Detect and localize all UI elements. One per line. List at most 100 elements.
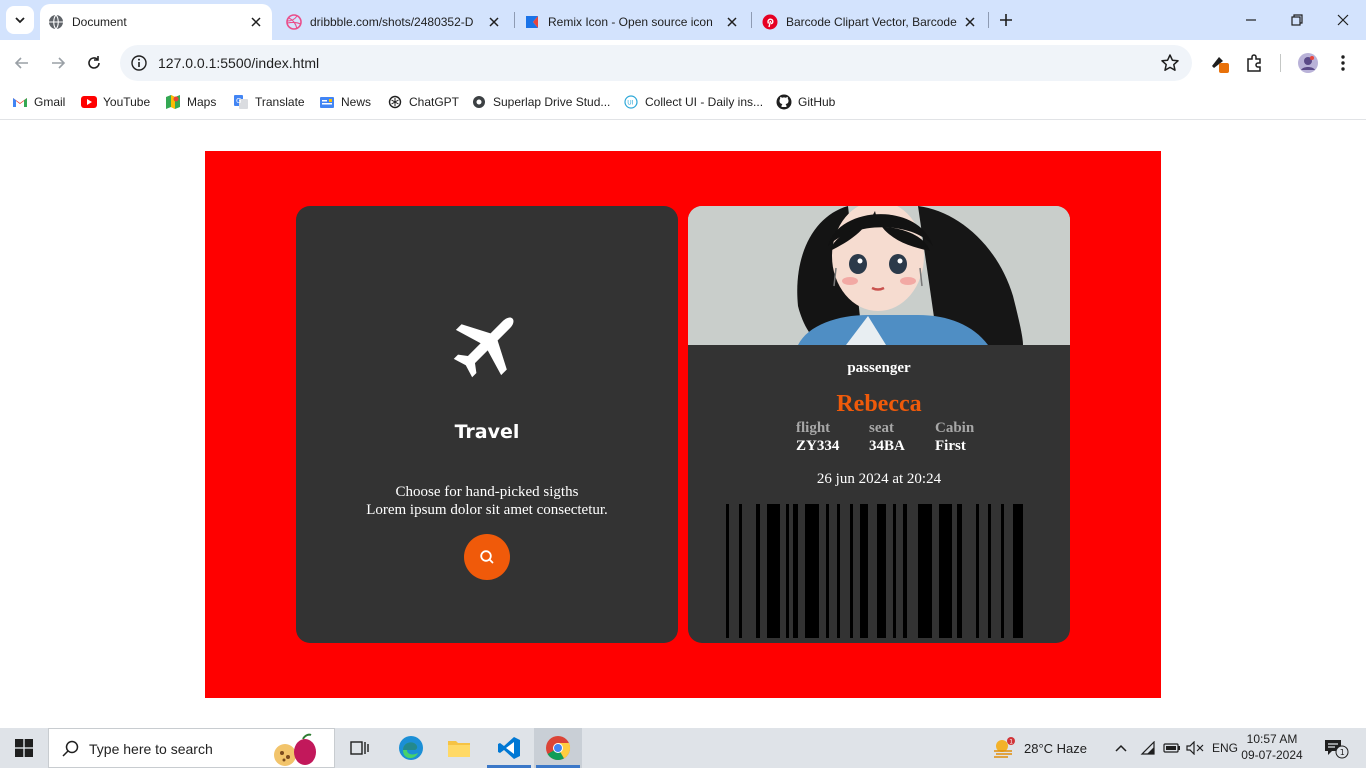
bookmark-superlap[interactable]: Superlap Drive Stud... xyxy=(471,92,610,112)
address-bar[interactable]: 127.0.0.1:5500/index.html xyxy=(120,45,1192,81)
tab-search-button[interactable] xyxy=(6,6,34,34)
barcode xyxy=(723,504,1025,638)
flight-datetime: 26 jun 2024 at 20:24 xyxy=(816,471,942,487)
airplane-icon xyxy=(453,317,514,378)
profile-avatar[interactable] xyxy=(1297,52,1319,74)
bookmark-translate[interactable]: G Translate xyxy=(233,92,305,112)
chevron-down-icon xyxy=(15,17,25,24)
bookmark-label: Gmail xyxy=(34,95,66,109)
back-button[interactable] xyxy=(7,48,37,78)
vscode-app-button[interactable] xyxy=(485,728,533,768)
taskbar-search-box[interactable]: Type here to search xyxy=(48,728,335,768)
minimize-button[interactable] xyxy=(1228,0,1274,40)
vscode-icon xyxy=(498,737,520,759)
svg-text:G: G xyxy=(236,97,241,105)
toolbar-divider xyxy=(1280,54,1281,72)
new-tab-button[interactable] xyxy=(994,8,1018,32)
battery-status[interactable] xyxy=(1163,728,1181,768)
flight-field: flight ZY334 xyxy=(796,420,839,456)
close-icon[interactable] xyxy=(484,12,504,32)
tab-title: Barcode Clipart Vector, Barcode xyxy=(786,15,957,29)
search-highlight-image xyxy=(274,733,316,766)
notification-count: 1 xyxy=(1340,748,1345,757)
chevron-up-icon xyxy=(1115,744,1127,752)
clock-date: 09-07-2024 xyxy=(1241,748,1303,762)
folder-icon xyxy=(448,741,470,757)
edge-icon xyxy=(399,736,423,760)
tab-dribbble[interactable]: dribbble.com/shots/2480352-D xyxy=(278,4,510,40)
menu-kebab-icon[interactable] xyxy=(1332,52,1354,74)
field-value: First xyxy=(935,438,966,454)
bookmarks-bar: Gmail YouTube Maps G Translate News Chat… xyxy=(0,86,1366,120)
show-hidden-icons-button[interactable] xyxy=(1114,728,1128,768)
extension-icon[interactable] xyxy=(1209,52,1231,74)
network-status[interactable] xyxy=(1140,728,1156,768)
bookmark-gmail[interactable]: Gmail xyxy=(12,92,65,112)
tab-title: Document xyxy=(72,15,127,29)
travel-title: Travel xyxy=(454,421,520,443)
passenger-photo xyxy=(688,206,1070,345)
bookmark-star-icon[interactable] xyxy=(1160,53,1180,73)
superlap-icon xyxy=(471,94,487,110)
bookmark-collectui[interactable]: UI Collect UI - Daily ins... xyxy=(623,92,763,112)
search-button[interactable] xyxy=(464,534,510,580)
battery-icon xyxy=(1163,743,1180,753)
restore-button[interactable] xyxy=(1274,0,1320,40)
tab-pinterest[interactable]: Barcode Clipart Vector, Barcode xyxy=(754,4,986,40)
gmail-icon xyxy=(12,94,28,110)
bookmark-maps[interactable]: Maps xyxy=(165,92,216,112)
system-clock[interactable]: 10:57 AM 09-07-2024 xyxy=(1240,731,1304,763)
close-icon[interactable] xyxy=(960,12,980,32)
field-label: seat xyxy=(869,420,894,436)
forward-button[interactable] xyxy=(43,48,73,78)
extensions-puzzle-icon[interactable] xyxy=(1244,52,1266,74)
tab-title: dribbble.com/shots/2480352-D xyxy=(310,15,474,29)
task-view-button[interactable] xyxy=(336,728,384,768)
weather-text: 28°C Haze xyxy=(1024,740,1088,756)
weather-badge: 1 xyxy=(1009,738,1013,745)
edge-app-button[interactable] xyxy=(387,728,435,768)
site-info-icon[interactable] xyxy=(128,52,150,74)
volume-control[interactable] xyxy=(1186,728,1204,768)
close-window-button[interactable] xyxy=(1320,0,1366,40)
field-label: Cabin xyxy=(935,420,975,436)
start-button[interactable] xyxy=(0,728,48,768)
bookmark-youtube[interactable]: YouTube xyxy=(81,92,150,112)
volume-muted-icon xyxy=(1186,741,1204,755)
tab-remix-icon[interactable]: Remix Icon - Open source icon xyxy=(516,4,748,40)
browser-toolbar: 127.0.0.1:5500/index.html xyxy=(0,40,1366,86)
search-icon xyxy=(62,740,79,757)
clock-time: 10:57 AM xyxy=(1246,732,1298,746)
file-explorer-button[interactable] xyxy=(435,728,483,768)
tab-document[interactable]: Document xyxy=(40,4,272,40)
ticket-card: passenger Rebecca flight ZY334 seat 34BA… xyxy=(688,206,1070,643)
language-indicator[interactable]: ENG xyxy=(1212,728,1238,768)
notification-center-button[interactable]: 1 xyxy=(1323,728,1349,768)
reload-button[interactable] xyxy=(79,48,109,78)
dribbble-icon xyxy=(286,14,302,30)
cabin-field: Cabin First xyxy=(935,420,974,456)
maps-icon xyxy=(165,94,181,110)
close-icon[interactable] xyxy=(246,12,266,32)
minimize-icon xyxy=(1246,19,1256,21)
bookmark-news[interactable]: News xyxy=(319,92,371,112)
close-icon xyxy=(1337,14,1349,26)
url-text[interactable]: 127.0.0.1:5500/index.html xyxy=(158,55,319,71)
close-icon[interactable] xyxy=(722,12,742,32)
passenger-name: Rebecca xyxy=(836,391,922,417)
bookmark-github[interactable]: GitHub xyxy=(776,92,835,112)
tab-strip: Document dribbble.com/shots/2480352-D Re… xyxy=(0,0,1366,40)
github-icon xyxy=(776,94,792,110)
tab-separator xyxy=(514,12,515,28)
travel-description: Choose for hand-picked sigths Lorem ipsu… xyxy=(296,483,678,519)
weather-widget[interactable]: 1 28°C Haze xyxy=(992,728,1087,768)
chrome-app-button[interactable] xyxy=(534,728,582,768)
remix-icon xyxy=(524,14,540,30)
news-icon xyxy=(319,94,335,110)
forward-arrow-icon xyxy=(52,57,66,69)
bookmark-label: Superlap Drive Stud... xyxy=(493,95,611,109)
pinterest-icon xyxy=(762,14,778,30)
bookmark-chatgpt[interactable]: ChatGPT xyxy=(387,92,459,112)
bookmark-label: News xyxy=(341,95,372,109)
bookmark-label: YouTube xyxy=(103,95,151,109)
